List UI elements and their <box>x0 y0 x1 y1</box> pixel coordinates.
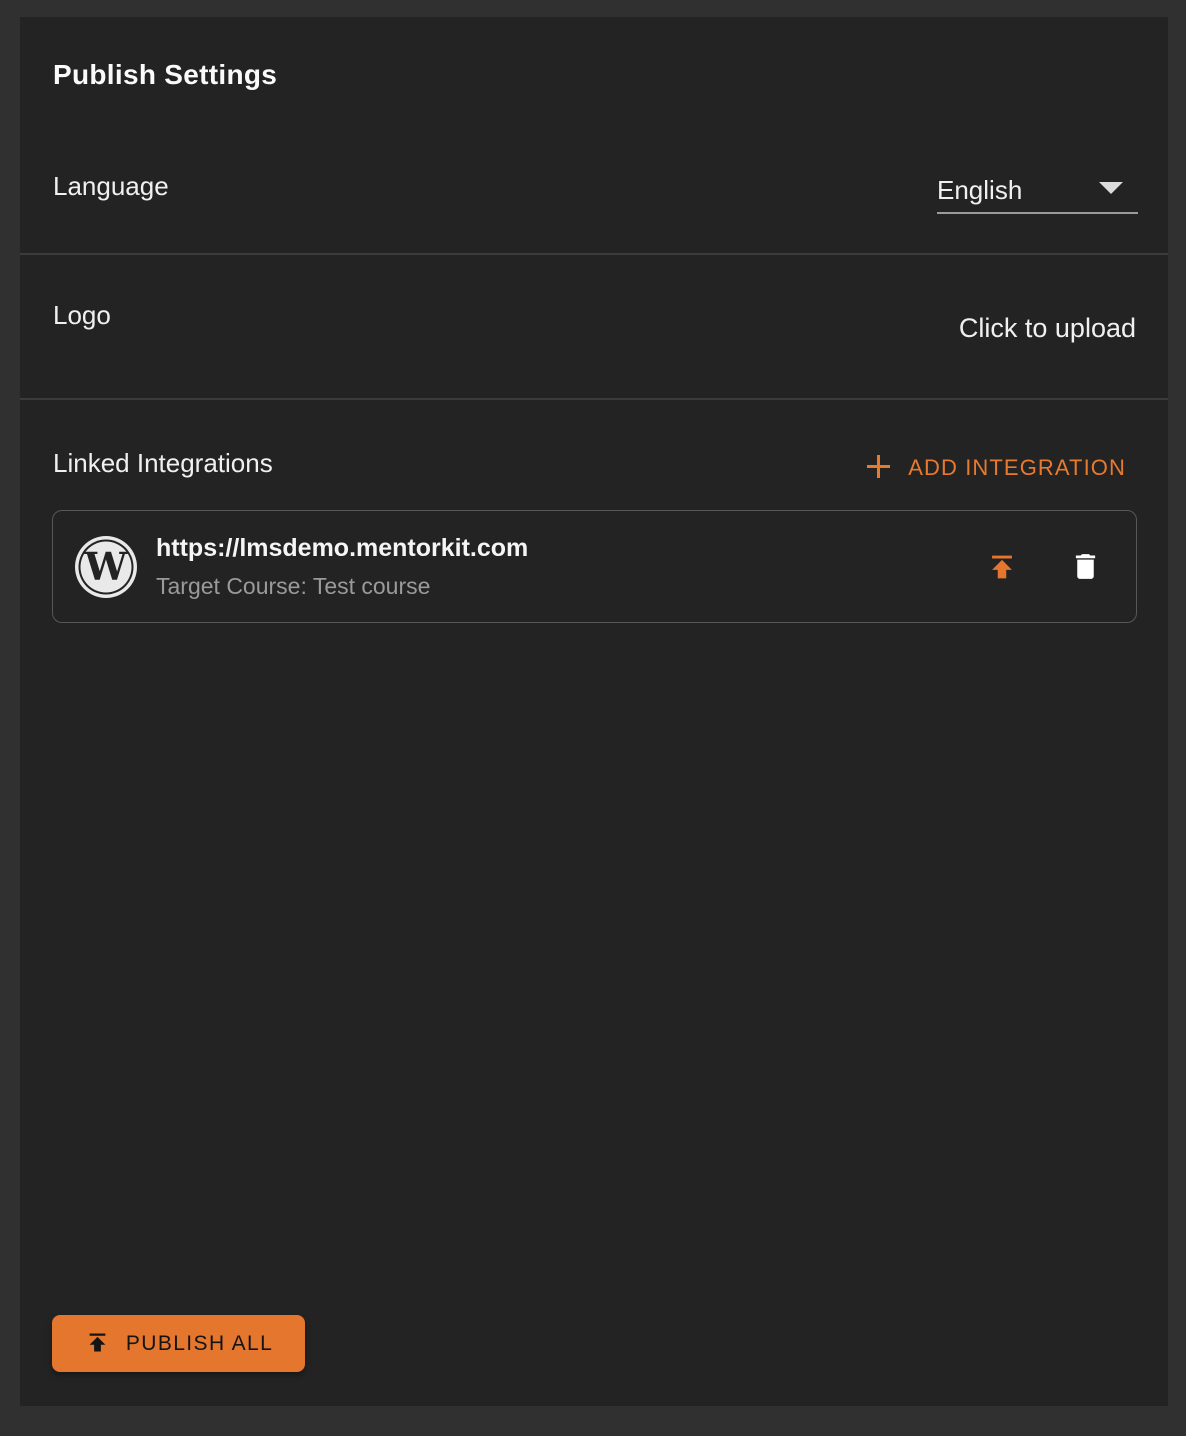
integration-url: https://lmsdemo.mentorkit.com <box>156 534 528 563</box>
publish-integration-button[interactable] <box>983 549 1021 587</box>
language-select[interactable]: English <box>937 168 1138 214</box>
linked-integrations-heading: Linked Integrations <box>53 449 273 477</box>
page-title: Publish Settings <box>53 59 277 91</box>
publish-icon <box>985 550 1019 587</box>
divider <box>20 398 1168 400</box>
publish-all-label: PUBLISH ALL <box>126 1332 273 1356</box>
language-select-value: English <box>937 175 1022 206</box>
logo-label: Logo <box>53 301 111 329</box>
logo-upload-button[interactable]: Click to upload <box>959 313 1136 344</box>
delete-integration-button[interactable] <box>1066 549 1104 587</box>
chevron-down-icon <box>1098 181 1124 200</box>
publish-icon <box>84 1329 111 1359</box>
language-label: Language <box>53 172 169 200</box>
add-integration-button[interactable]: ADD INTEGRATION <box>865 453 1126 483</box>
integration-card: W https://lmsdemo.mentorkit.com Target C… <box>52 510 1137 623</box>
svg-text:W: W <box>84 544 129 589</box>
divider <box>20 253 1168 255</box>
publish-all-button[interactable]: PUBLISH ALL <box>52 1315 305 1372</box>
wordpress-icon: W <box>74 535 138 599</box>
add-integration-label: ADD INTEGRATION <box>908 455 1126 481</box>
plus-icon <box>865 453 892 483</box>
integration-target-course: Target Course: Test course <box>156 573 430 600</box>
trash-icon <box>1069 550 1102 586</box>
publish-settings-panel: Publish Settings Language English Logo C… <box>20 17 1168 1406</box>
